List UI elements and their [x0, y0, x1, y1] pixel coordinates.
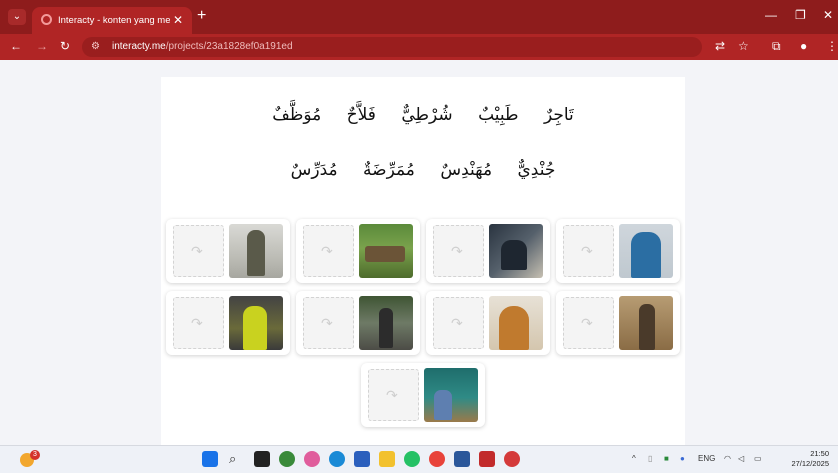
word-chip[interactable]: مُهَنْدِسٌ: [440, 160, 492, 180]
browser-tab[interactable]: Interacty - konten yang menarik ✕: [32, 7, 192, 34]
translate-icon[interactable]: ⇄: [715, 39, 725, 53]
word-bank-row-1: تَاجِرٌ طَبِيْبٌ شُرْطِيٌّ فَلاَّحٌ مُوَ…: [161, 105, 685, 125]
word-chip[interactable]: مُدَرِّسٌ: [291, 160, 338, 180]
exercise-panel: تَاجِرٌ طَبِيْبٌ شُرْطِيٌّ فَلاَّحٌ مُوَ…: [161, 77, 685, 445]
match-card: ↷: [426, 291, 550, 355]
teacher-photo: [424, 368, 478, 422]
drop-arrow-icon: ↷: [581, 315, 593, 331]
soldier-photo: [229, 224, 283, 278]
drop-slot[interactable]: ↷: [563, 225, 614, 277]
drop-slot[interactable]: ↷: [433, 297, 484, 349]
app-icon[interactable]: [304, 451, 320, 467]
app-icon[interactable]: [279, 451, 295, 467]
tab-search-button[interactable]: ⌄: [8, 9, 26, 25]
clock-time: 21:50: [810, 449, 829, 458]
tray-app-icon[interactable]: ■: [664, 454, 669, 463]
volume-icon[interactable]: ◁: [738, 454, 744, 463]
match-card: ↷: [556, 291, 680, 355]
doctor-photo: [619, 224, 673, 278]
reload-icon[interactable]: ↻: [60, 39, 70, 53]
battery-icon[interactable]: ▭: [754, 454, 762, 463]
minimize-icon[interactable]: —: [765, 8, 777, 22]
file-explorer-icon[interactable]: [379, 451, 395, 467]
nurse-photo: [489, 296, 543, 350]
site-favicon-icon: [41, 14, 52, 25]
taskbar: 3 ⌕ ^ ▯ ■ ● ENG ◠ ◁ ▭ 21:50 27/12/2025: [0, 445, 838, 473]
drop-slot[interactable]: ↷: [368, 369, 419, 421]
word-chip[interactable]: مُوَظَّفٌ: [272, 105, 321, 125]
restore-icon[interactable]: ❐: [795, 8, 806, 22]
word-bank-row-2: جُنْدِيٌّ مُهَنْدِسٌ مُمَرِّضَةٌ مُدَرِّ…: [161, 160, 685, 180]
clock-date: 27/12/2025: [791, 459, 829, 468]
language-indicator[interactable]: ENG: [698, 454, 715, 463]
site-info-icon[interactable]: ⚙: [91, 41, 100, 52]
close-tab-icon[interactable]: ✕: [173, 13, 183, 27]
word-icon[interactable]: [454, 451, 470, 467]
clock[interactable]: 21:50 27/12/2025: [789, 449, 829, 469]
app-icon[interactable]: [354, 451, 370, 467]
chrome-icon[interactable]: [429, 451, 445, 467]
chrome-profile-icon[interactable]: [504, 451, 520, 467]
address-bar: ← → ↻ ⚙ interacty.me/projects/23a1828ef0…: [0, 34, 838, 60]
match-card: ↷: [556, 219, 680, 283]
notification-badge: 3: [30, 450, 40, 460]
word-chip[interactable]: مُمَرِّضَةٌ: [363, 160, 415, 180]
police-photo: [229, 296, 283, 350]
app-icon[interactable]: [479, 451, 495, 467]
menu-icon[interactable]: ⋮: [826, 39, 838, 53]
drop-arrow-icon: ↷: [581, 243, 593, 259]
forward-icon[interactable]: →: [36, 39, 48, 53]
wifi-icon[interactable]: ◠: [724, 454, 731, 463]
new-tab-button[interactable]: +: [197, 7, 206, 25]
tab-title: Interacty - konten yang menarik: [58, 15, 170, 26]
browser-tab-bar: ⌄ Interacty - konten yang menarik ✕ + — …: [0, 0, 838, 34]
drop-slot[interactable]: ↷: [173, 225, 224, 277]
task-view-icon[interactable]: [254, 451, 270, 467]
tray-app-icon[interactable]: ●: [680, 454, 685, 463]
weather-widget[interactable]: 3: [20, 450, 40, 468]
drop-arrow-icon: ↷: [386, 387, 398, 403]
extensions-icon[interactable]: ⧉: [772, 39, 781, 54]
drop-arrow-icon: ↷: [191, 243, 203, 259]
profile-avatar-icon[interactable]: ●: [800, 39, 807, 53]
tray-app-icon[interactable]: ▯: [648, 454, 652, 463]
match-card: ↷: [296, 291, 420, 355]
word-chip[interactable]: فَلاَّحٌ: [347, 105, 376, 125]
merchant-photo: [619, 296, 673, 350]
url-field[interactable]: ⚙ interacty.me/projects/23a1828ef0a191ed: [82, 37, 702, 57]
drop-arrow-icon: ↷: [191, 315, 203, 331]
windows-start-icon[interactable]: [202, 451, 218, 467]
drop-slot[interactable]: ↷: [173, 297, 224, 349]
url-text: interacty.me/projects/23a1828ef0a191ed: [112, 41, 293, 52]
engineer-photo: [489, 224, 543, 278]
match-card: ↷: [166, 291, 290, 355]
search-icon[interactable]: ⌕: [229, 451, 245, 467]
drop-slot[interactable]: ↷: [433, 225, 484, 277]
drop-arrow-icon: ↷: [321, 243, 333, 259]
farmer-photo: [359, 224, 413, 278]
word-chip[interactable]: شُرْطِيٌّ: [401, 105, 452, 125]
match-card: ↷: [296, 219, 420, 283]
word-chip[interactable]: تَاجِرٌ: [544, 105, 574, 125]
drop-arrow-icon: ↷: [451, 243, 463, 259]
word-chip[interactable]: طَبِيْبٌ: [478, 105, 518, 125]
drop-slot[interactable]: ↷: [303, 225, 354, 277]
bookmark-star-icon[interactable]: ☆: [738, 39, 749, 53]
employee-photo: [359, 296, 413, 350]
drop-arrow-icon: ↷: [451, 315, 463, 331]
drop-arrow-icon: ↷: [321, 315, 333, 331]
close-window-icon[interactable]: ✕: [823, 8, 833, 22]
match-card: ↷: [166, 219, 290, 283]
word-chip[interactable]: جُنْدِيٌّ: [517, 160, 555, 180]
edge-icon[interactable]: [329, 451, 345, 467]
drop-slot[interactable]: ↷: [303, 297, 354, 349]
match-card: ↷: [426, 219, 550, 283]
whatsapp-icon[interactable]: [404, 451, 420, 467]
match-card: ↷: [361, 363, 485, 427]
show-hidden-icons-icon[interactable]: ^: [632, 454, 636, 463]
drop-slot[interactable]: ↷: [563, 297, 614, 349]
back-icon[interactable]: ←: [10, 39, 22, 53]
